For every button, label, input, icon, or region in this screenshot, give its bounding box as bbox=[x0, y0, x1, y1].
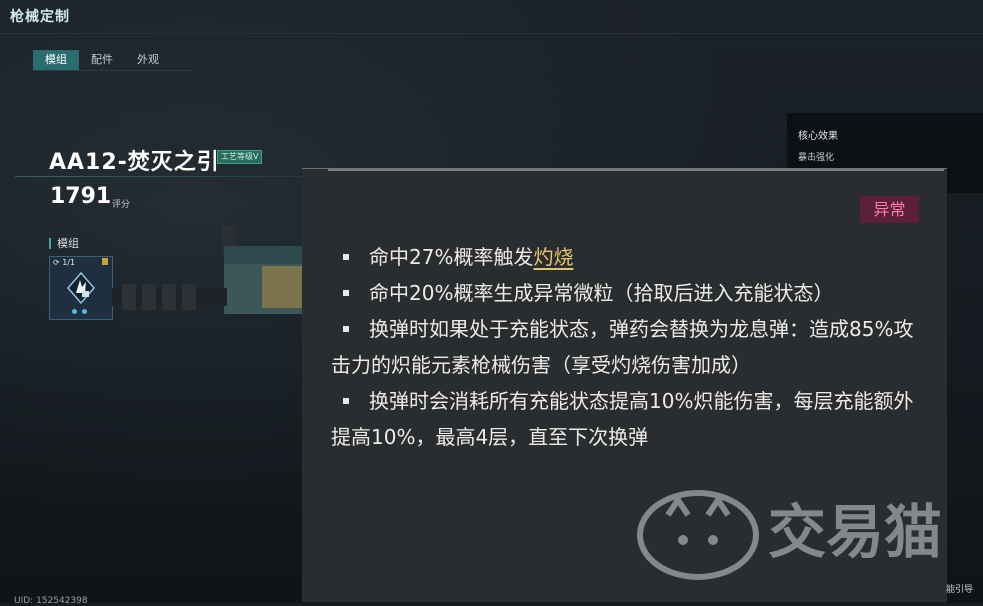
anomaly-tag: 异常 bbox=[860, 196, 919, 223]
tooltip-top-border bbox=[328, 169, 944, 171]
core-effect-item: 暴击强化 bbox=[798, 153, 835, 163]
core-effect-title: 核心效果 bbox=[798, 131, 838, 142]
effect-item: 换弹时会消耗所有充能状态提高10%炽能伤害，每层充能额外提高10%，最高4层，直… bbox=[331, 389, 914, 449]
weapon-score: 1791 bbox=[50, 184, 112, 209]
bullet-icon bbox=[343, 289, 349, 296]
effect-item: 命中27%概率触发灼烧 bbox=[331, 239, 931, 275]
header-divider bbox=[0, 33, 983, 34]
tab-underline bbox=[33, 70, 193, 71]
tab-attachments[interactable]: 配件 bbox=[79, 50, 125, 70]
weapon-name: AA12-焚灭之引 bbox=[49, 150, 220, 175]
uid-label: UID: 152542398 bbox=[14, 596, 88, 606]
page-title: 枪械定制 bbox=[10, 9, 70, 25]
score-label: 评分 bbox=[112, 200, 131, 210]
modules-section-label: 模组 bbox=[49, 238, 79, 249]
module-level-dots bbox=[72, 309, 87, 314]
bullet-icon bbox=[343, 325, 349, 332]
watermark-text: 交易猫 bbox=[768, 498, 942, 566]
bullet-icon bbox=[343, 397, 349, 404]
tab-modules[interactable]: 模组 bbox=[33, 50, 79, 70]
craft-level-badge: 工艺等级Ⅴ bbox=[217, 150, 263, 164]
name-divider bbox=[15, 176, 305, 177]
effect-list: 命中27%概率触发灼烧 命中20%概率生成异常微粒（拾取后进入充能状态） 换弹时… bbox=[331, 239, 931, 455]
guide-link[interactable]: 能引导 bbox=[946, 582, 973, 595]
lock-icon bbox=[102, 258, 108, 265]
module-slot-card[interactable]: ⟳ 1/1 bbox=[49, 256, 113, 320]
bullet-icon bbox=[343, 253, 349, 260]
burning-module-icon bbox=[67, 271, 95, 305]
tab-appearance[interactable]: 外观 bbox=[125, 50, 171, 70]
watermark-logo: 交易猫 bbox=[637, 490, 942, 580]
module-count: ⟳ 1/1 bbox=[53, 258, 76, 267]
weapon-model bbox=[112, 226, 302, 314]
keyword-link[interactable]: 灼烧 bbox=[533, 245, 573, 269]
tab-bar: 模组 配件 外观 bbox=[33, 50, 171, 70]
effect-item: 换弹时如果处于充能状态，弹药会替换为龙息弹：造成85%攻击力的炽能元素枪械伤害（… bbox=[331, 317, 914, 377]
effect-item: 命中20%概率生成异常微粒（拾取后进入充能状态） bbox=[331, 275, 931, 311]
